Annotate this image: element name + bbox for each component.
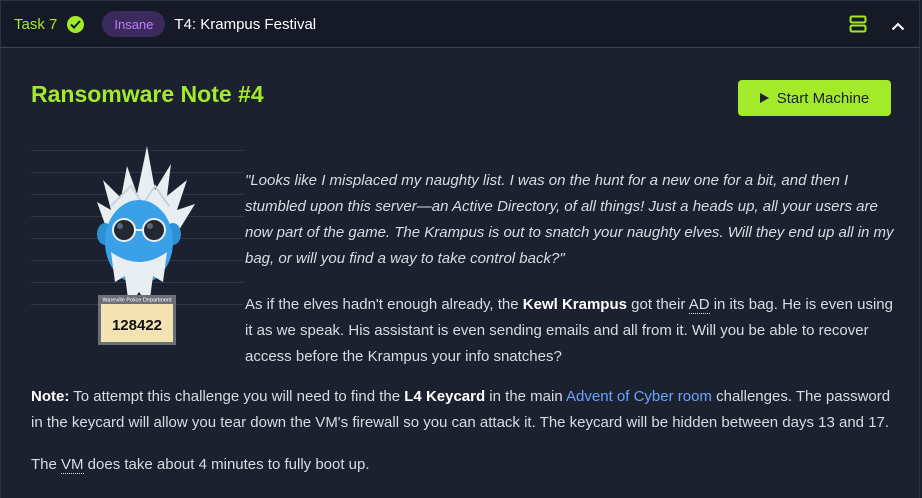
kewl-krampus-bold: Kewl Krampus [522, 296, 627, 313]
ad-abbreviation: AD [688, 296, 710, 314]
note-paragraph: Note: To attempt this challenge you will… [31, 388, 891, 431]
task-header[interactable]: Task 7 Insane T4: Krampus Festival [0, 0, 920, 48]
vm-boot-note: The VM does take about 4 minutes to full… [31, 456, 370, 474]
placard-number: 128422 [112, 317, 162, 334]
task-label: Task 7 [14, 15, 58, 33]
chevron-up-icon[interactable] [891, 18, 905, 36]
krampus-illustration: Wareville Police Department 128422 [97, 146, 195, 345]
advent-of-cyber-link[interactable]: Advent of Cyber room [566, 388, 712, 405]
vm-abbreviation: VM [61, 456, 84, 474]
krampus-mugshot: Wareville Police Department 128422 [31, 146, 243, 346]
start-machine-button[interactable]: Start Machine [738, 80, 891, 116]
check-circle-icon [67, 15, 85, 33]
ransom-quote: "Looks like I misplaced my naughty list.… [245, 172, 894, 267]
start-machine-label: Start Machine [776, 89, 870, 107]
intro-paragraph: As if the elves hadn't enough already, t… [245, 296, 893, 365]
placard-department: Wareville Police Department [102, 298, 172, 304]
split-view-icon[interactable] [849, 15, 867, 38]
page-title: Ransomware Note #4 [31, 81, 264, 107]
task-content: Ransomware Note #4 Start Machine Warevil… [0, 48, 920, 498]
l4-keycard-bold: L4 Keycard [404, 388, 486, 405]
difficulty-badge: Insane [102, 11, 166, 37]
task-title: T4: Krampus Festival [174, 15, 317, 33]
note-label: Note: [31, 388, 70, 405]
play-icon [759, 93, 769, 103]
